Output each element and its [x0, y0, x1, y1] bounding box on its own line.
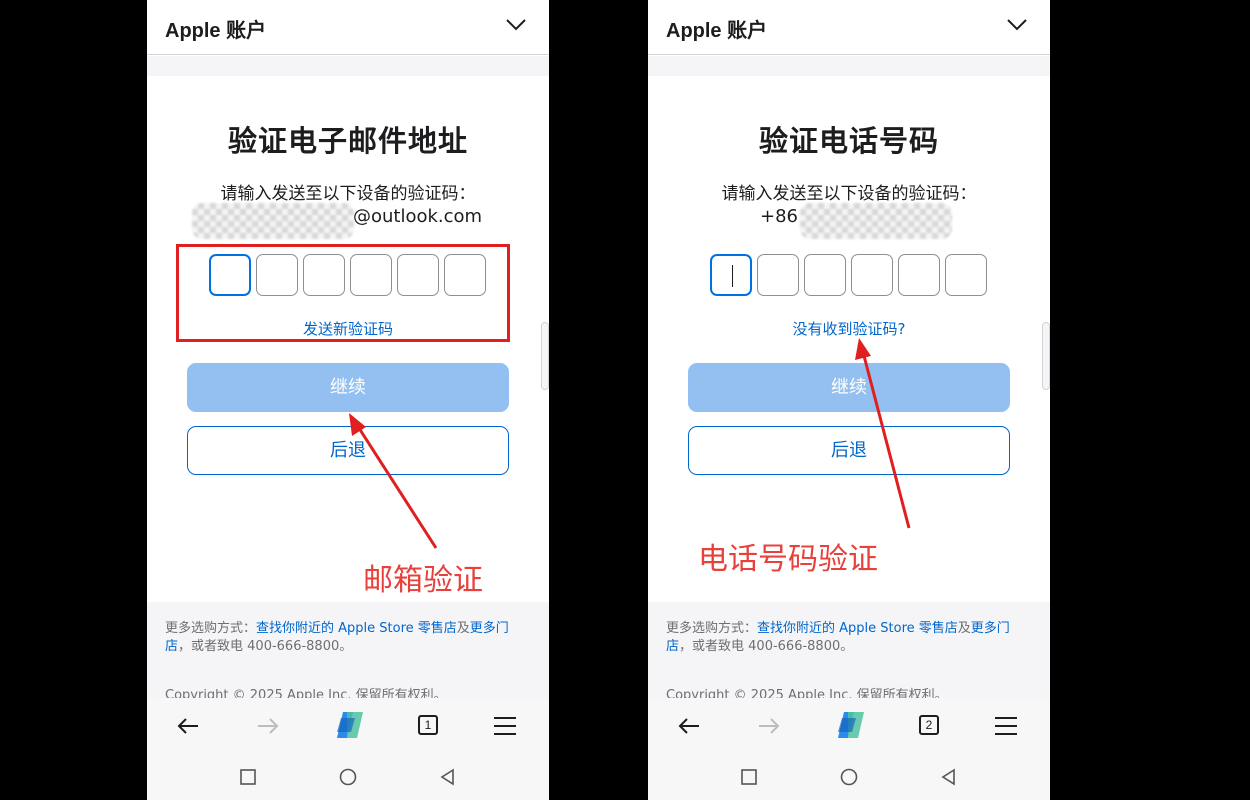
menu-icon[interactable] [992, 712, 1020, 740]
code-digit-input[interactable] [945, 254, 987, 296]
instruction-text: 请输入发送至以下设备的验证码： [721, 184, 977, 204]
code-digit-input[interactable] [804, 254, 846, 296]
system-nav-bar [648, 754, 1050, 800]
highlight-box [176, 244, 510, 342]
header-bar: Apple 账户 [147, 0, 549, 55]
tab-count-icon[interactable]: 1 [418, 715, 438, 735]
back-button[interactable]: 后退 [187, 426, 509, 475]
forward-arrow-icon[interactable] [254, 712, 282, 740]
code-digit-input[interactable] [757, 254, 799, 296]
store-locator-link[interactable]: 查找你附近的 Apple Store 零售店 [256, 621, 457, 636]
no-code-received-link[interactable]: 没有收到验证码? [648, 318, 1050, 339]
verification-code-inputs [710, 254, 987, 296]
home-circle-icon[interactable] [339, 768, 357, 786]
footer-prefix: 更多选购方式： [165, 621, 257, 636]
redacted-email-blur [192, 203, 354, 239]
header-bar: Apple 账户 [648, 0, 1050, 55]
footer-prefix: 更多选购方式： [666, 621, 758, 636]
text-caret [732, 265, 733, 287]
back-triangle-icon[interactable] [439, 768, 457, 786]
header-divider-band [648, 56, 1050, 76]
back-arrow-icon[interactable] [675, 712, 703, 740]
system-nav-bar [147, 754, 549, 800]
redacted-phone-blur [800, 203, 952, 239]
back-triangle-icon[interactable] [940, 768, 958, 786]
header-title: Apple 账户 [165, 20, 267, 42]
phone-screen-phone: Apple 账户 验证电话号码 请输入发送至以下设备的验证码： +86 没有收到… [648, 0, 1050, 800]
recents-square-icon[interactable] [740, 768, 758, 786]
footer-and: 及 [957, 621, 971, 636]
back-arrow-icon[interactable] [174, 712, 202, 740]
footer: 更多选购方式：查找你附近的 Apple Store 零售店及更多门店，或者致电 … [648, 602, 1050, 703]
code-digit-input[interactable] [851, 254, 893, 296]
continue-button[interactable]: 继续 [688, 363, 1010, 412]
browser-nav-bar: 2 [648, 698, 1050, 754]
page-title: 验证电子邮件地址 [227, 124, 468, 158]
back-button[interactable]: 后退 [688, 426, 1010, 475]
phone-country-code: +86 [760, 206, 798, 227]
copilot-icon[interactable] [834, 710, 868, 740]
header-title: Apple 账户 [666, 20, 768, 42]
footer-phone: ，或者致电 400-666-8800。 [679, 639, 854, 654]
footer-and: 及 [456, 621, 470, 636]
footer: 更多选购方式：查找你附近的 Apple Store 零售店及更多门店，或者致电 … [147, 602, 549, 703]
recents-square-icon[interactable] [239, 768, 257, 786]
tab-count-icon[interactable]: 2 [919, 715, 939, 735]
home-circle-icon[interactable] [840, 768, 858, 786]
annotation-phone-label: 电话号码验证 [698, 542, 878, 577]
copilot-icon[interactable] [333, 710, 367, 740]
footer-phone: ，或者致电 400-666-8800。 [178, 639, 353, 654]
side-drag-handle[interactable] [1042, 322, 1050, 390]
side-drag-handle[interactable] [541, 322, 549, 390]
stage: Apple 账户 验证电子邮件地址 请输入发送至以下设备的验证码： @outlo… [0, 0, 1250, 800]
menu-icon[interactable] [491, 712, 519, 740]
instruction-text: 请输入发送至以下设备的验证码： [220, 184, 476, 204]
phone-screen-email: Apple 账户 验证电子邮件地址 请输入发送至以下设备的验证码： @outlo… [147, 0, 549, 800]
header-divider-band [147, 56, 549, 76]
forward-arrow-icon[interactable] [755, 712, 783, 740]
chevron-down-icon[interactable] [1006, 18, 1028, 32]
footer-text: 更多选购方式：查找你附近的 Apple Store 零售店及更多门店，或者致电 … [165, 620, 531, 656]
store-locator-link[interactable]: 查找你附近的 Apple Store 零售店 [757, 621, 958, 636]
email-address: @outlook.com [353, 206, 483, 227]
footer-text: 更多选购方式：查找你附近的 Apple Store 零售店及更多门店，或者致电 … [666, 620, 1032, 656]
browser-nav-bar: 1 [147, 698, 549, 754]
page-title: 验证电话号码 [758, 124, 939, 158]
continue-button[interactable]: 继续 [187, 363, 509, 412]
code-digit-input[interactable] [898, 254, 940, 296]
annotation-email-label: 邮箱验证 [363, 563, 483, 598]
chevron-down-icon[interactable] [505, 18, 527, 32]
code-digit-input[interactable] [710, 254, 752, 296]
